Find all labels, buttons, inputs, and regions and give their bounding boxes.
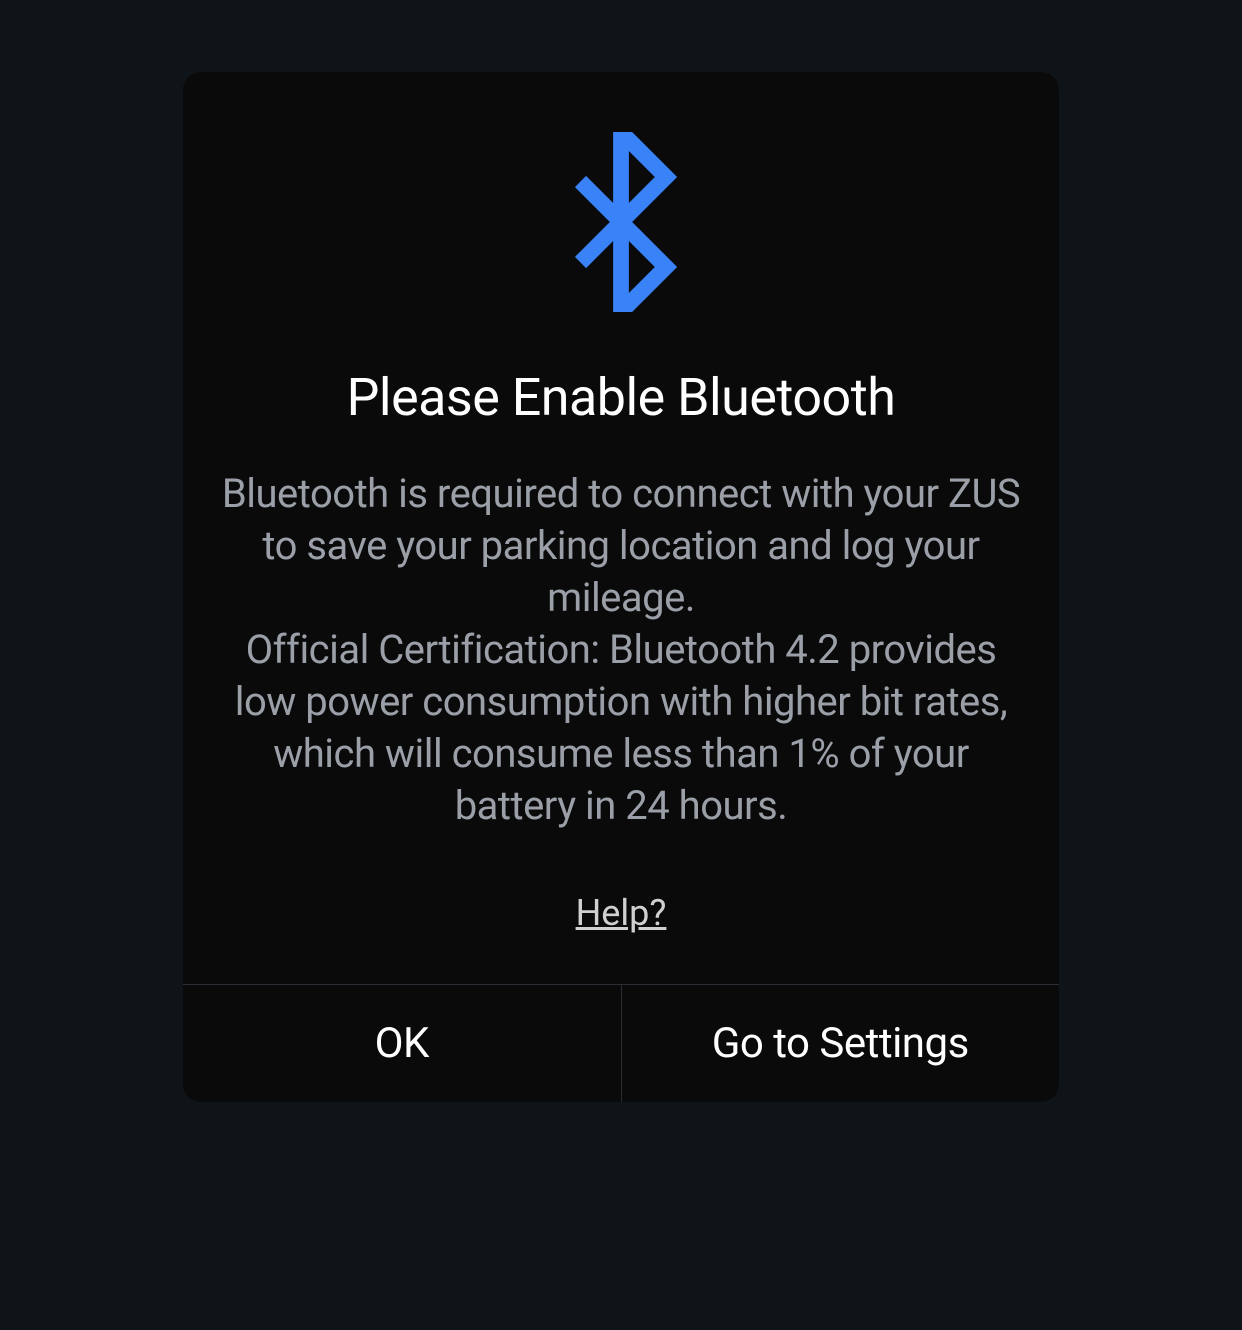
go-to-settings-button[interactable]: Go to Settings <box>622 985 1060 1102</box>
dialog-body-line-2: Official Certification: Bluetooth 4.2 pr… <box>213 624 1029 832</box>
help-link[interactable]: Help? <box>576 892 667 934</box>
dialog-body: Bluetooth is required to connect with yo… <box>213 468 1029 832</box>
button-row: OK Go to Settings <box>183 984 1059 1102</box>
dialog-title: Please Enable Bluetooth <box>347 367 896 428</box>
dialog-content: Please Enable Bluetooth Bluetooth is req… <box>183 72 1059 984</box>
bluetooth-dialog: Please Enable Bluetooth Bluetooth is req… <box>183 72 1059 1102</box>
ok-button[interactable]: OK <box>183 985 622 1102</box>
bluetooth-icon <box>561 132 681 312</box>
dialog-body-line-1: Bluetooth is required to connect with yo… <box>213 468 1029 624</box>
